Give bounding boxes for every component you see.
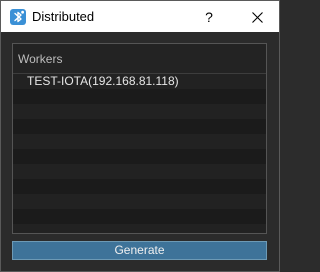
distributed-dialog: Distributed ? Workers TEST-IOTA(192.168.…: [0, 0, 280, 272]
close-button[interactable]: [237, 5, 277, 29]
dialog-content: Workers TEST-IOTA(192.168.81.118) Genera…: [1, 32, 279, 271]
window-title: Distributed: [32, 9, 95, 24]
help-button[interactable]: ?: [197, 5, 221, 29]
generate-button[interactable]: Generate: [12, 241, 267, 260]
workers-header: Workers: [13, 44, 266, 74]
title-bar[interactable]: Distributed ?: [1, 1, 279, 32]
workers-list[interactable]: TEST-IOTA(192.168.81.118): [13, 74, 266, 233]
close-icon: [252, 12, 263, 23]
workers-list-panel[interactable]: Workers TEST-IOTA(192.168.81.118): [12, 43, 267, 234]
worker-item[interactable]: TEST-IOTA(192.168.81.118): [13, 74, 266, 89]
bluetooth-network-icon: [10, 9, 26, 25]
